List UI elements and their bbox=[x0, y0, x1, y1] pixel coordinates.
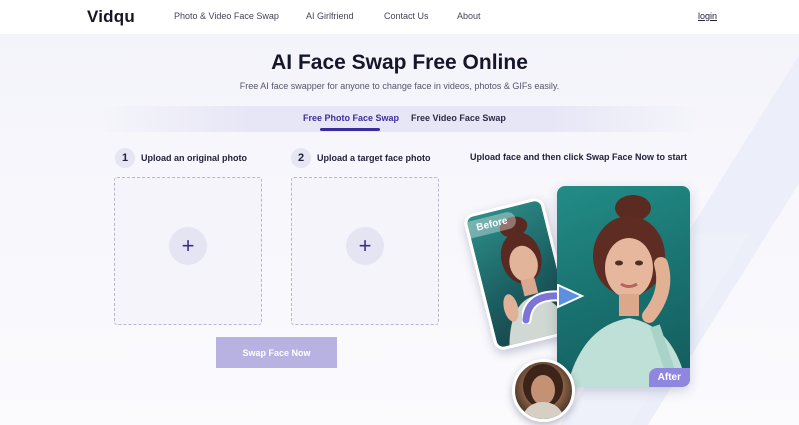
step-1-heading: 1 Upload an original photo bbox=[115, 148, 247, 168]
step-1-number: 1 bbox=[115, 148, 135, 168]
page-title: AI Face Swap Free Online bbox=[271, 51, 528, 74]
nav-link-ai-girlfriend[interactable]: AI Girlfriend bbox=[306, 11, 354, 21]
vidqu-logo[interactable]: Vidqu bbox=[87, 7, 135, 27]
after-label: After bbox=[648, 368, 690, 387]
swap-arrow-icon bbox=[522, 284, 585, 324]
tab-free-photo-face-swap[interactable]: Free Photo Face Swap bbox=[303, 113, 399, 123]
step-2-label: Upload a target face photo bbox=[317, 153, 431, 163]
instruction-hint: Upload face and then click Swap Face Now… bbox=[470, 152, 688, 162]
top-navigation-bar: Vidqu Photo & Video Face Swap AI Girlfri… bbox=[0, 0, 799, 34]
plus-icon[interactable]: + bbox=[169, 227, 207, 265]
active-tab-indicator bbox=[320, 128, 380, 131]
tab-free-video-face-swap[interactable]: Free Video Face Swap bbox=[411, 113, 506, 123]
nav-link-contact-us[interactable]: Contact Us bbox=[384, 11, 429, 21]
page-subtitle: Free AI face swapper for anyone to chang… bbox=[239, 81, 560, 91]
step-2-number: 2 bbox=[291, 148, 311, 168]
plus-icon[interactable]: + bbox=[346, 227, 384, 265]
login-link[interactable]: login bbox=[698, 11, 717, 21]
target-face-dropzone[interactable]: + bbox=[291, 177, 439, 325]
source-face-thumbnail bbox=[512, 359, 575, 422]
swap-face-now-button[interactable]: Swap Face Now bbox=[216, 337, 337, 368]
mode-tab-bar: Free Photo Face Swap Free Video Face Swa… bbox=[100, 106, 700, 132]
hero-section: AI Face Swap Free Online Free AI face sw… bbox=[0, 34, 799, 425]
original-photo-dropzone[interactable]: + bbox=[114, 177, 262, 325]
step-2-heading: 2 Upload a target face photo bbox=[291, 148, 431, 168]
nav-link-face-swap[interactable]: Photo & Video Face Swap bbox=[174, 11, 279, 21]
step-1-label: Upload an original photo bbox=[141, 153, 247, 163]
nav-link-about[interactable]: About bbox=[457, 11, 481, 21]
